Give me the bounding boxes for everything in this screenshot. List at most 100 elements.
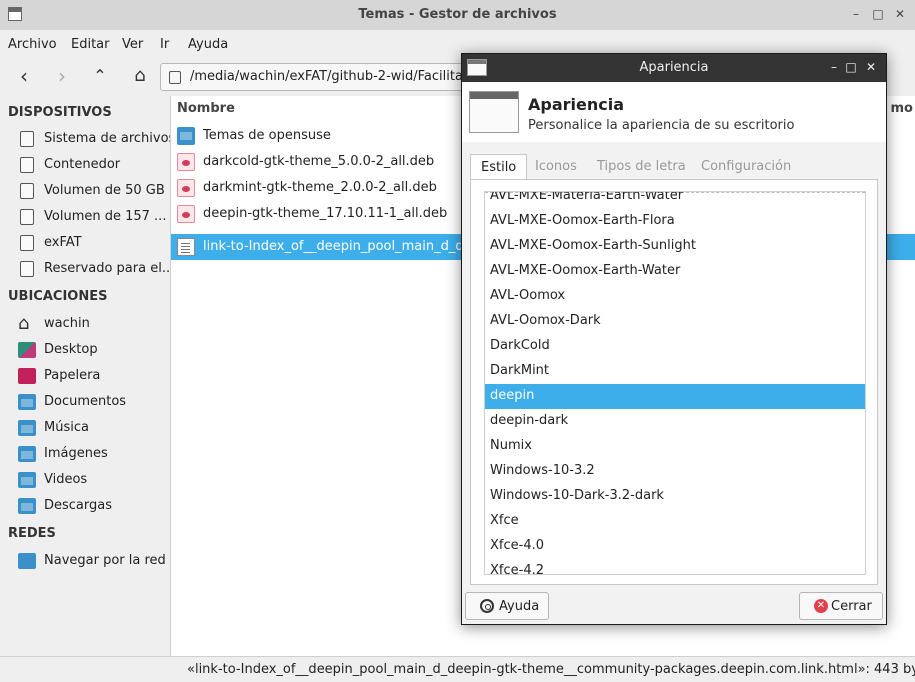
sidebar-item-imagenes[interactable]: Imágenes (0, 442, 170, 466)
theme-name: deepin (490, 388, 535, 403)
help-button-label: Ayuda (499, 599, 540, 614)
deb-package-icon (177, 205, 195, 223)
sidebar-item-label: Descargas (44, 498, 113, 513)
close-icon[interactable]: ✕ (863, 59, 879, 75)
deb-package-icon (177, 153, 195, 171)
sidebar-item-exfat[interactable]: exFAT (0, 231, 170, 255)
list-item[interactable]: DarkMint (485, 359, 865, 384)
home-icon (18, 313, 36, 334)
sidebar-item-label: Desktop (44, 342, 98, 357)
sidebar-item-sistema-de-archivos[interactable]: Sistema de archivos (0, 127, 175, 151)
list-item[interactable]: Xfce-4.0 (485, 534, 865, 559)
sidebar-item-label: exFAT (44, 235, 82, 250)
appearance-dialog: Apariencia – □ ✕ Apariencia Personalice … (461, 53, 887, 625)
list-item[interactable]: DarkCold (485, 334, 865, 359)
up-arrow-icon[interactable]: ⌃ (86, 63, 114, 91)
menu-ayuda[interactable]: Ayuda (188, 37, 228, 52)
list-item[interactable]: Windows-10-3.2 (485, 459, 865, 484)
tab-estilo[interactable]: Estilo (470, 154, 528, 180)
theme-name: DarkMint (490, 363, 550, 378)
location-path: /media/wachin/exFAT/github-2-wid/Facilit… (190, 69, 473, 84)
list-item[interactable]: AVL-Oomox-Dark (485, 309, 865, 334)
minimize-icon[interactable]: – (848, 6, 864, 22)
file-name: darkmint-gtk-theme_2.0.0-2_all.deb (203, 180, 437, 195)
location-bar[interactable]: /media/wachin/exFAT/github-2-wid/Facilit… (160, 63, 480, 91)
maximize-icon[interactable]: □ (870, 6, 886, 22)
theme-list[interactable]: AVL-MXE-Materia-Earth-Water AVL-MXE-Oomo… (484, 191, 866, 575)
sidebar-item-label: wachin (44, 316, 90, 331)
sidebar-item-desktop[interactable]: Desktop (0, 338, 170, 362)
list-item[interactable]: AVL-MXE-Oomox-Earth-Flora (485, 209, 865, 234)
menu-editar[interactable]: Editar (71, 37, 110, 52)
column-header-name[interactable]: Nombre (177, 101, 235, 116)
sidebar-item-label: Navegar por la red (44, 553, 166, 568)
sidebar-item-papelera[interactable]: Papelera (0, 364, 170, 388)
sidebar-item-navegar-red[interactable]: Navegar por la red (0, 549, 170, 573)
trash-icon (18, 368, 36, 384)
menu-ir[interactable]: Ir (160, 37, 169, 52)
file-name: darkcold-gtk-theme_5.0.0-2_all.deb (203, 154, 435, 169)
theme-name: AVL-Oomox (490, 288, 566, 303)
home-icon[interactable]: ⌂ (126, 63, 154, 91)
back-arrow-icon[interactable]: ‹ (10, 63, 38, 91)
minimize-icon[interactable]: – (826, 59, 842, 75)
list-item[interactable]: AVL-MXE-Oomox-Earth-Water (485, 259, 865, 284)
list-item[interactable]: Xfce-4.2 (485, 559, 865, 575)
pictures-folder-icon (18, 446, 36, 462)
menu-archivo[interactable]: Archivo (8, 37, 57, 52)
list-item[interactable]: Xfce (485, 509, 865, 534)
file-manager-titlebar[interactable]: Temas - Gestor de archivos – □ ✕ (0, 0, 915, 30)
sidebar-item-label: Música (44, 420, 89, 435)
close-icon[interactable]: ✕ (892, 6, 908, 22)
menu-ver[interactable]: Ver (122, 37, 143, 52)
sidebar-item-reservado[interactable]: Reservado para el... (0, 257, 174, 281)
sidebar-item-label: Reservado para el... (44, 261, 175, 276)
drive-icon (20, 261, 34, 277)
places-heading: UBICACIONES (8, 289, 108, 304)
theme-name: AVL-MXE-Oomox-Earth-Sunlight (490, 238, 696, 253)
folder-icon (18, 394, 36, 410)
sidebar-item-wachin[interactable]: wachin (0, 312, 170, 336)
sidebar-item-label: Contenedor (44, 157, 121, 172)
help-button[interactable]: Ayuda (465, 592, 549, 620)
help-icon (480, 599, 494, 613)
list-item[interactable]: AVL-Oomox (485, 284, 865, 309)
sidebar-item-descargas[interactable]: Descargas (0, 494, 170, 518)
theme-name: AVL-MXE-Materia-Earth-Water (490, 191, 684, 203)
forward-arrow-icon[interactable]: › (48, 63, 76, 91)
theme-name: deepin-dark (490, 413, 569, 428)
sidebar-item-volumen-157[interactable]: Volumen de 157 ... (0, 205, 170, 229)
list-item[interactable]: AVL-MXE-Materia-Earth-Water (485, 191, 865, 209)
sidebar-item-videos[interactable]: Videos (0, 468, 170, 492)
drive-icon (20, 157, 34, 173)
dialog-header: Apariencia Personalice la apariencia de … (462, 82, 886, 142)
music-folder-icon (18, 420, 36, 436)
list-item[interactable]: Numix (485, 434, 865, 459)
sidebar-item-musica[interactable]: Música (0, 416, 170, 440)
tab-configuracion[interactable]: Configuración (701, 154, 791, 180)
tab-tipos-de-letra[interactable]: Tipos de letra (597, 154, 686, 180)
close-button[interactable]: ✕ Cerrar (799, 592, 883, 620)
videos-folder-icon (18, 472, 36, 488)
theme-name: AVL-Oomox-Dark (490, 313, 601, 328)
maximize-icon[interactable]: □ (843, 59, 859, 75)
tab-bar: Estilo Iconos Tipos de letra Configuraci… (470, 154, 880, 180)
theme-name: Numix (490, 438, 532, 453)
list-item-selected[interactable]: deepin (485, 384, 865, 409)
list-item[interactable]: AVL-MXE-Oomox-Earth-Sunlight (485, 234, 865, 259)
theme-name: DarkCold (490, 338, 550, 353)
sidebar-item-label: Videos (44, 472, 88, 487)
sidebar-item-contenedor[interactable]: Contenedor (0, 153, 170, 177)
sidebar-item-volumen-50gb[interactable]: Volumen de 50 GB (0, 179, 170, 203)
theme-name: Xfce (490, 513, 519, 528)
sidebar-item-documentos[interactable]: Documentos (0, 390, 170, 414)
theme-name: Xfce-4.2 (490, 563, 544, 575)
theme-name: Xfce-4.0 (490, 538, 544, 553)
list-item[interactable]: Windows-10-Dark-3.2-dark (485, 484, 865, 509)
document-icon (177, 238, 195, 256)
list-item[interactable]: deepin-dark (485, 409, 865, 434)
tab-iconos[interactable]: Iconos (535, 154, 577, 180)
dialog-titlebar[interactable]: Apariencia – □ ✕ (462, 54, 886, 82)
dialog-header-title: Apariencia (528, 95, 625, 114)
sidebar-item-label: Documentos (44, 394, 127, 409)
